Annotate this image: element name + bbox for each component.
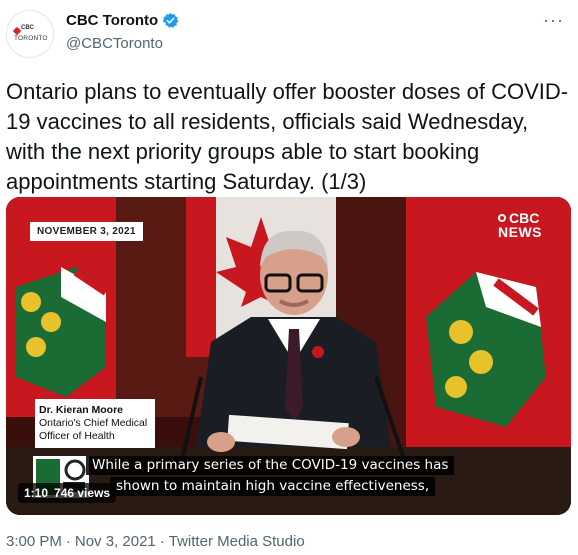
speaker-lower-third: Dr. Kieran Moore Ontario's Chief Medical… <box>35 399 156 448</box>
tweet-text: Ontario plans to eventually offer booste… <box>6 79 569 194</box>
avatar[interactable]: CBC TORONTO <box>6 10 54 58</box>
video-views: 746 views <box>54 486 111 500</box>
tweet-date[interactable]: Nov 3, 2021 <box>75 533 156 550</box>
account-handle[interactable]: @CBCToronto <box>66 35 163 52</box>
network-line2: NEWS <box>498 224 542 240</box>
tweet-source[interactable]: Twitter Media Studio <box>169 533 305 550</box>
name-row: CBC Toronto <box>66 12 179 29</box>
avatar-city-text: TORONTO <box>14 35 48 42</box>
date-badge: NOVEMBER 3, 2021 <box>30 222 143 241</box>
tweet-meta: 3:00 PM · Nov 3, 2021 · Twitter Media Studio <box>6 533 305 550</box>
tweet-time[interactable]: 3:00 PM <box>6 533 62 550</box>
video-duration-views: 1:10 746 views <box>18 483 117 503</box>
avatar-cbc-text: CBC <box>21 25 34 31</box>
video-player[interactable]: NOVEMBER 3, 2021 CBC NEWS Dr. Kieran Moo… <box>6 197 571 515</box>
speaker-name: Dr. Kieran Moore <box>39 404 124 416</box>
video-duration: 1:10 <box>24 486 49 500</box>
right-ontario-flag <box>406 197 571 457</box>
cbc-news-logo: CBC NEWS <box>498 211 542 239</box>
network-line1: CBC <box>509 210 540 226</box>
cbc-gem-icon <box>498 214 506 222</box>
verified-badge-icon <box>162 13 179 28</box>
more-options-icon[interactable]: ··· <box>543 10 564 31</box>
cbc-gem-icon <box>12 26 22 36</box>
closed-captions: While a primary series of the COVID-19 v… <box>86 456 455 498</box>
tweet-header: CBC TORONTO CBC Toronto @CBCToronto ··· <box>0 0 578 70</box>
caption-line-2: shown to maintain high vaccine effective… <box>110 477 436 496</box>
caption-line-1: While a primary series of the COVID-19 v… <box>86 456 455 475</box>
meta-separator: · <box>65 533 71 550</box>
account-name[interactable]: CBC Toronto <box>66 12 158 29</box>
speaker-title-2: Officer of Health <box>39 430 115 442</box>
speaker-title-1: Ontario's Chief Medical <box>39 417 148 429</box>
meta-separator: · <box>159 533 165 550</box>
